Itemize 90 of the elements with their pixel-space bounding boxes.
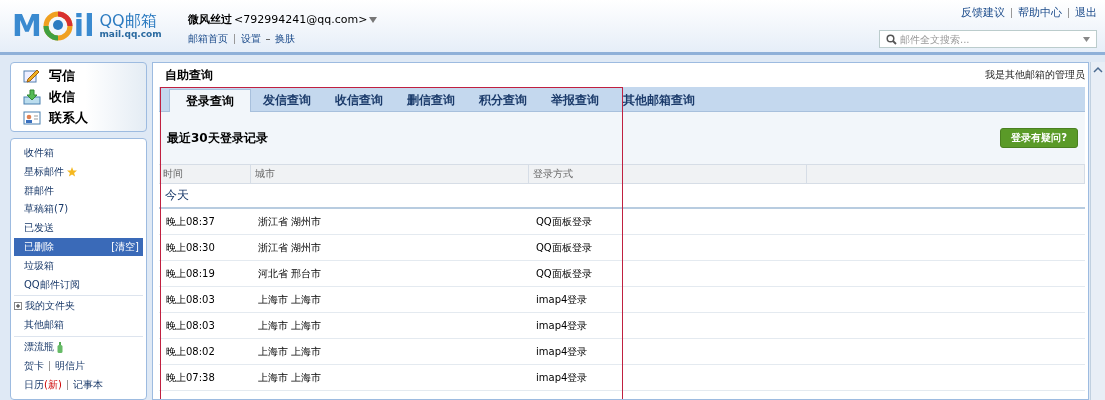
table-cell-text: 晚上08:02 <box>165 344 216 359</box>
star-icon <box>67 166 77 177</box>
tab[interactable]: 登录查询 <box>169 89 251 112</box>
table-cell-text: imap4登录 <box>535 318 589 333</box>
folder-label: 其他邮箱 <box>24 318 64 333</box>
table-cell-text: 晚上08:03 <box>165 292 216 307</box>
logo-text: il <box>73 11 95 41</box>
folder-item[interactable]: 其他邮箱 <box>14 315 143 335</box>
page-title: 自助查询 <box>165 66 213 84</box>
table-cell-text: QQ面板登录 <box>535 214 593 229</box>
pencil-icon <box>23 67 41 84</box>
folder-item[interactable]: 漂流瓶 <box>14 337 143 357</box>
user-link[interactable]: 邮箱首页 <box>188 32 228 46</box>
sidebar-link[interactable]: 记事本 <box>72 377 103 392</box>
top-link[interactable]: 帮助中心 <box>1018 5 1062 20</box>
folder-item[interactable]: 草稿箱(7) <box>14 200 143 219</box>
sidebar-link[interactable]: 明信片 <box>55 358 85 373</box>
brand-name: QQ邮箱 <box>99 12 157 30</box>
tab[interactable]: 积分查询 <box>467 89 539 111</box>
search-field[interactable]: 邮件全文搜索... <box>900 33 1080 45</box>
folder-label: 收件箱 <box>24 146 54 161</box>
sidebar-action[interactable]: 写信 <box>23 66 134 85</box>
empty-trash-link[interactable]: [清空] <box>111 240 139 254</box>
folder-label: 群邮件 <box>24 183 54 198</box>
user-name: 微风丝过 <box>188 12 232 27</box>
column-header: 城市 <box>251 165 529 183</box>
sidebar-action[interactable]: 收信 <box>23 87 134 106</box>
folder-label: 已删除 <box>24 240 54 254</box>
search-icon <box>886 33 897 45</box>
top-link[interactable]: 退出 <box>1075 5 1097 20</box>
table-cell-text: 浙江省 湖州市 <box>257 240 323 255</box>
table-cell-text: 晚上08:30 <box>165 240 216 255</box>
table-cell-text: 上海市 上海市 <box>257 344 323 359</box>
folder-group-link[interactable]: 我的文件夹 <box>25 299 75 314</box>
inbox-icon <box>23 88 41 105</box>
folder-label: 已发送 <box>24 221 54 236</box>
section-title: 最近30天登录记录 <box>167 129 268 147</box>
logo-text: M <box>12 11 42 41</box>
user-link[interactable]: 设置 <box>241 32 261 46</box>
tab[interactable]: 发信查询 <box>251 89 323 111</box>
admin-link[interactable]: 我是其他邮箱的管理员 <box>985 68 1085 82</box>
folder-label: 星标邮件 <box>24 164 64 179</box>
folder-item[interactable]: 星标邮件 <box>14 162 143 182</box>
scrollbar[interactable] <box>1090 62 1105 400</box>
table-cell-text: 上海市 上海市 <box>257 292 323 307</box>
folder-label: 草稿箱(7) <box>24 202 69 217</box>
search-box[interactable]: 邮件全文搜索... <box>879 30 1097 48</box>
tab[interactable]: 其他邮箱查询 <box>611 89 707 111</box>
folder-item[interactable]: QQ邮件订阅 <box>14 275 143 294</box>
table-cell-text: 晚上08:03 <box>165 318 216 333</box>
table-cell-text: 晚上08:19 <box>165 266 216 281</box>
bottle-icon <box>57 341 63 353</box>
top-link[interactable]: 反馈建议 <box>961 5 1005 20</box>
table-cell-text: QQ面板登录 <box>535 266 593 281</box>
folder-item[interactable]: 已删除 [清空] <box>14 237 143 257</box>
dropdown-icon[interactable] <box>1083 36 1090 42</box>
expand-icon[interactable] <box>14 302 22 311</box>
dropdown-icon[interactable] <box>369 15 378 24</box>
user-email: <792994241@qq.com> <box>234 13 368 26</box>
table-cell-text: 河北省 邢台市 <box>257 266 323 281</box>
user-link[interactable]: 换肤 <box>275 32 295 46</box>
folder-item[interactable]: 收件箱 <box>14 143 143 163</box>
folder-item[interactable]: 已发送 <box>14 218 143 238</box>
folder-item[interactable]: 垃圾箱 <box>14 256 143 276</box>
sidebar-action[interactable]: 联系人 <box>23 109 134 127</box>
table-cell-text: 上海市 上海市 <box>257 370 323 385</box>
contact-card-icon <box>23 110 41 126</box>
tab[interactable]: 删信查询 <box>395 89 467 111</box>
table-cell-text: imap4登录 <box>535 344 589 359</box>
column-header: 时间 <box>159 165 251 183</box>
brand-domain: mail.qq.com <box>99 29 162 40</box>
sidebar-link[interactable]: 日历(新) <box>24 377 62 392</box>
scroll-up-icon[interactable] <box>1093 66 1103 74</box>
folder-item[interactable]: 群邮件 <box>14 181 143 201</box>
folder-label: 垃圾箱 <box>24 258 54 273</box>
column-header: 登录方式 <box>529 165 807 183</box>
folder-label: 漂流瓶 <box>24 340 54 354</box>
table-cell-text: imap4登录 <box>535 370 589 385</box>
table-cell-text: imap4登录 <box>535 292 589 307</box>
tab[interactable]: 收信查询 <box>323 89 395 111</box>
table-cell-text: 晚上07:38 <box>165 370 216 385</box>
sidebar-link[interactable]: 贺卡 <box>24 358 44 373</box>
table-cell-text: 浙江省 湖州市 <box>257 214 323 229</box>
table-cell-text: 上海市 上海市 <box>257 318 323 333</box>
date-group-label: 今天 <box>165 187 189 204</box>
tab[interactable]: 举报查询 <box>539 89 611 111</box>
logo-ring-icon <box>42 11 73 41</box>
table-cell-text: QQ面板登录 <box>535 240 593 255</box>
folder-label: QQ邮件订阅 <box>24 277 80 292</box>
table-cell-text: 晚上08:37 <box>165 214 216 229</box>
